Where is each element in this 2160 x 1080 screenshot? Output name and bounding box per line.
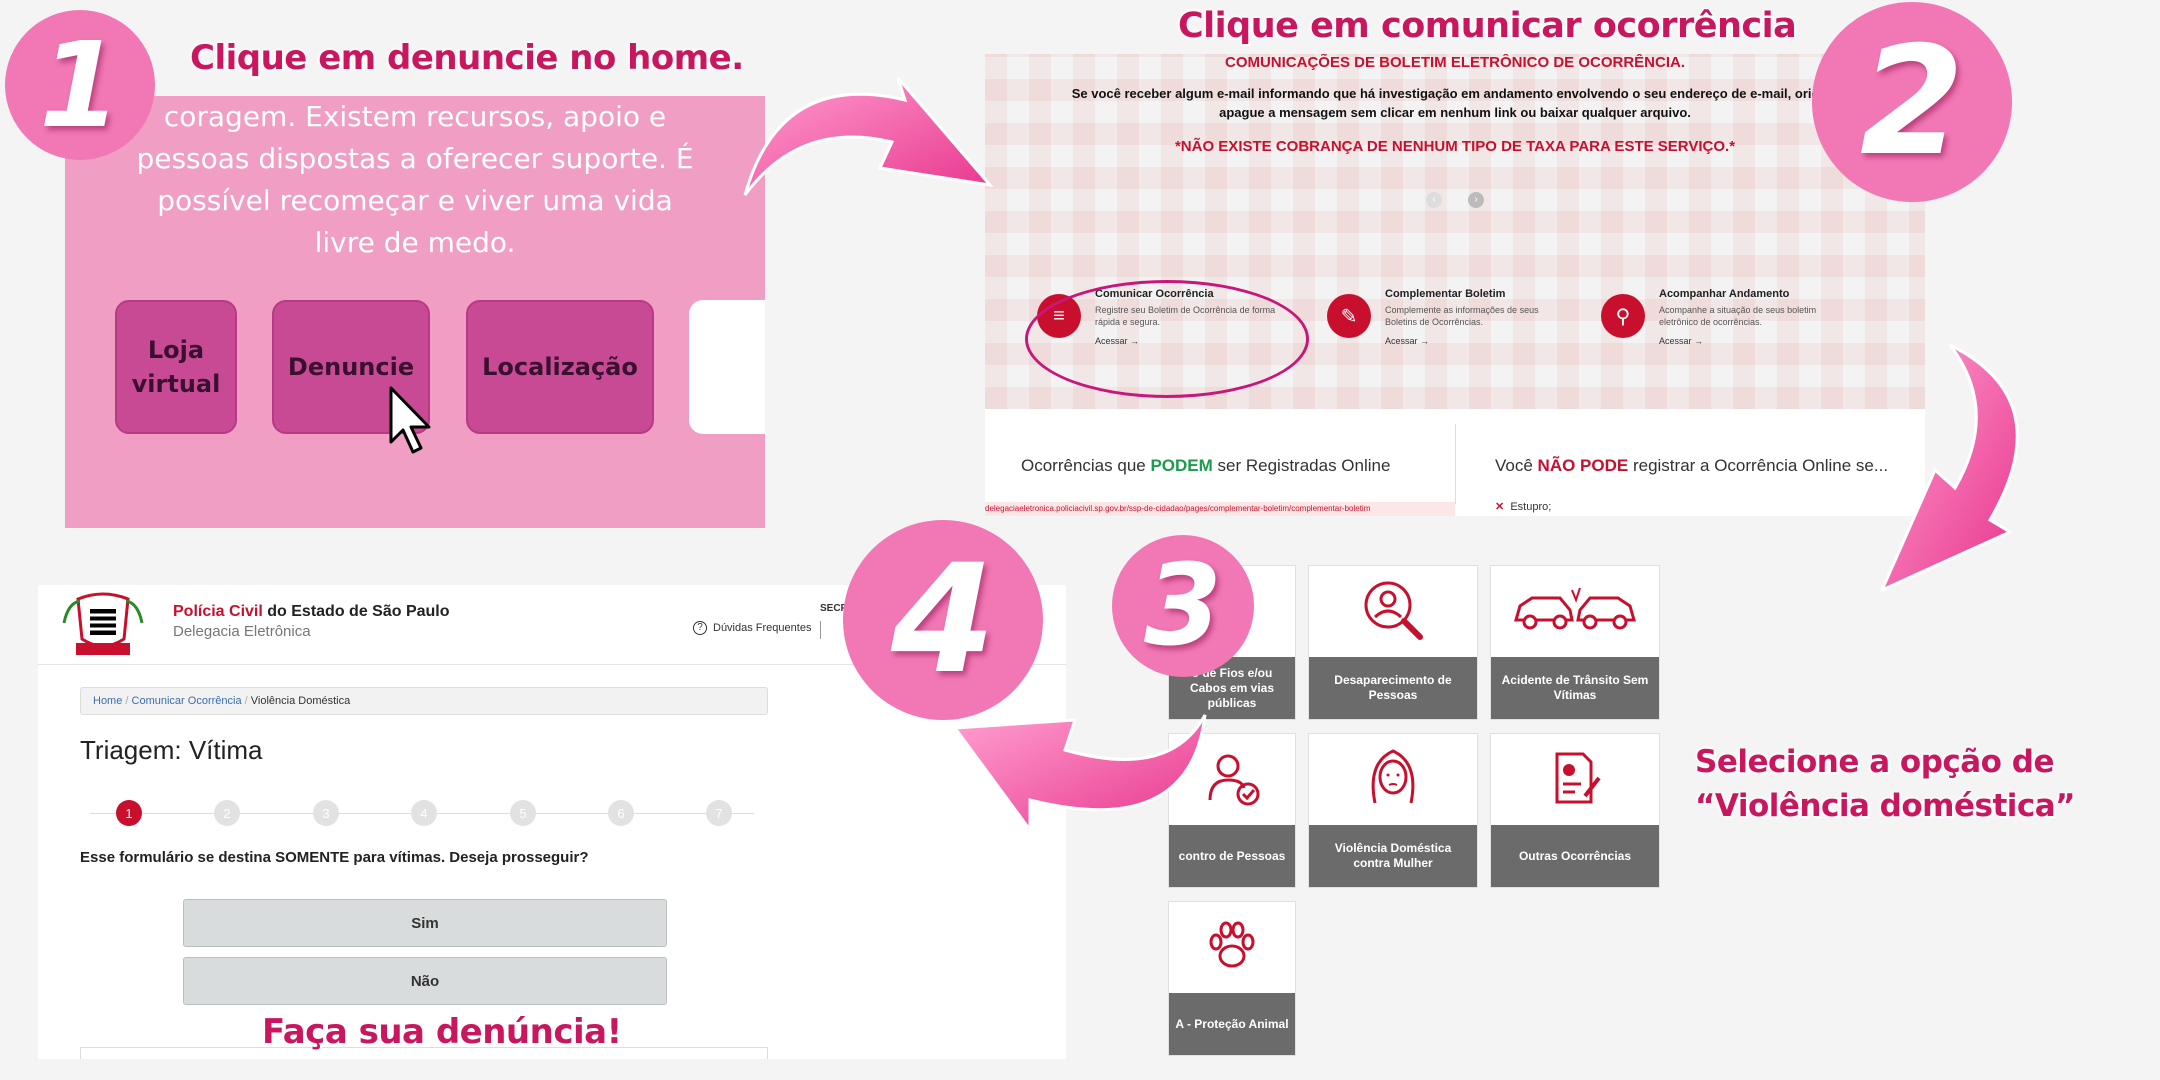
arrow-to-step-2 (743, 77, 994, 196)
step-2-caption: Clique em comunicar ocorrência (1178, 6, 1797, 46)
arrow-to-step-4 (952, 714, 1207, 835)
step-3-badge: 3 (1112, 535, 1254, 677)
arrow-to-step-3 (1879, 343, 2019, 593)
step-3-caption: Selecione a opção de “Violência doméstic… (1695, 744, 2076, 824)
step-2-badge: 2 (1812, 2, 2012, 202)
step-1-badge: 1 (5, 10, 155, 160)
step-4-caption: Faça sua denúncia! (262, 1012, 622, 1052)
step-4-badge: 4 (843, 520, 1043, 720)
step-1-caption: Clique em denuncie no home. (190, 38, 744, 78)
